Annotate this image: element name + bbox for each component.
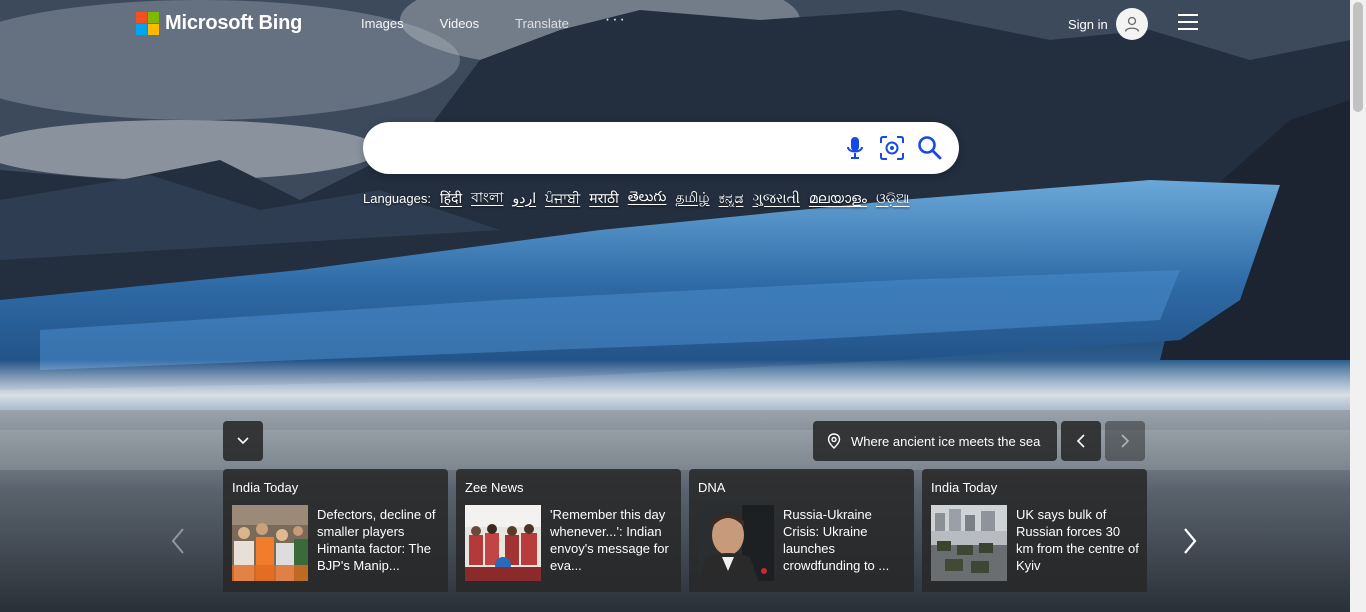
image-caption: Where ancient ice meets the sea — [851, 433, 1041, 449]
language-link[interactable]: বাংলা — [471, 186, 503, 210]
search-box — [363, 122, 959, 174]
visual-search-icon[interactable] — [879, 135, 905, 161]
bing-logo[interactable]: Microsoft Bing — [136, 11, 302, 35]
news-thumbnail — [931, 505, 1007, 581]
news-headline: UK says bulk of Russian forces 30 km fro… — [1016, 507, 1139, 573]
language-link[interactable]: ಕನ್ನಡ — [719, 190, 744, 207]
brand-name: Microsoft Bing — [165, 11, 303, 34]
language-link[interactable]: తెలుగు — [628, 188, 667, 208]
news-source: DNA — [698, 480, 726, 495]
avatar-icon — [1115, 8, 1148, 40]
news-next-button[interactable] — [1180, 526, 1200, 556]
page-scrollbar[interactable] — [1350, 0, 1366, 612]
top-nav: Images Videos Translate ··· — [361, 11, 663, 31]
chevron-left-icon — [1076, 434, 1085, 448]
next-image-button[interactable] — [1105, 421, 1145, 461]
news-card[interactable]: India Today Defectors, decline of smalle… — [223, 469, 448, 592]
languages-bar: Languages: हिंदी বাংলা اردو ਪੰਜਾਬੀ मराठी… — [363, 186, 910, 210]
microsoft-logo-icon — [136, 11, 159, 35]
language-link[interactable]: தமிழ் — [675, 189, 709, 208]
chevron-right-icon — [1184, 528, 1197, 554]
sign-in-button[interactable]: Sign in — [1068, 8, 1148, 40]
languages-label: Languages: — [363, 190, 431, 206]
location-pin-icon — [827, 433, 841, 449]
news-thumbnail — [465, 505, 541, 581]
chevron-left-icon — [171, 528, 184, 554]
language-link[interactable]: हिंदी — [440, 189, 462, 208]
search-icon[interactable] — [917, 135, 943, 161]
nav-videos[interactable]: Videos — [440, 16, 480, 31]
collapse-feed-button[interactable] — [223, 421, 263, 461]
language-link[interactable]: ਪੰਜਾਬੀ — [545, 190, 580, 207]
news-source: Zee News — [465, 480, 524, 495]
image-info-button[interactable]: Where ancient ice meets the sea — [813, 421, 1057, 461]
previous-image-button[interactable] — [1061, 421, 1101, 461]
language-link[interactable]: मराठी — [589, 189, 618, 208]
sign-in-label: Sign in — [1068, 16, 1108, 32]
news-thumbnail — [698, 505, 774, 581]
nav-more-button[interactable]: ··· — [605, 11, 627, 31]
chevron-down-icon — [237, 437, 249, 445]
language-link[interactable]: ଓଡ଼ିଆ — [876, 190, 910, 207]
news-card[interactable]: India Today UK says bulk of Russian forc… — [922, 469, 1147, 592]
nav-images[interactable]: Images — [361, 16, 404, 31]
news-source: India Today — [931, 480, 998, 495]
chevron-right-icon — [1121, 434, 1130, 448]
nav-translate[interactable]: Translate — [515, 16, 569, 31]
news-headline: Russia-Ukraine Crisis: Ukraine launches … — [783, 507, 890, 573]
microphone-icon[interactable] — [842, 135, 868, 161]
news-card[interactable]: Zee News 'Remember this day whenever...'… — [456, 469, 681, 592]
news-headline: Defectors, decline of smaller players Hi… — [317, 507, 436, 573]
hamburger-menu-icon[interactable] — [1178, 14, 1198, 30]
news-thumbnail — [232, 505, 308, 581]
news-source: India Today — [232, 480, 299, 495]
language-link[interactable]: ગુજરાતી — [752, 190, 799, 207]
news-previous-button[interactable] — [168, 526, 188, 556]
news-headline: 'Remember this day whenever...': Indian … — [550, 507, 669, 573]
language-link[interactable]: മലയാളം — [809, 190, 867, 207]
news-card[interactable]: DNA Russia-Ukraine Crisis: Ukraine launc… — [689, 469, 914, 592]
language-link[interactable]: اردو — [512, 190, 536, 207]
scrollbar-thumb[interactable] — [1353, 2, 1363, 112]
search-input[interactable] — [385, 136, 825, 160]
